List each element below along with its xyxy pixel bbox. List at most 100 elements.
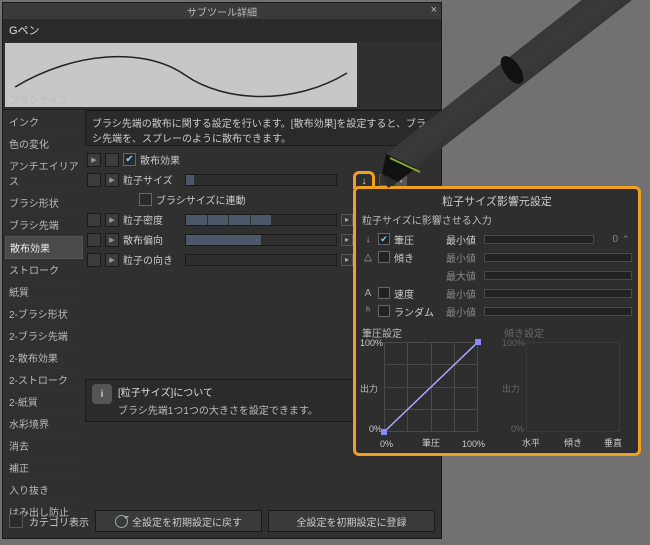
scatter-label: 散布効果 (140, 152, 180, 167)
density-stepper[interactable]: ▸ (341, 214, 353, 226)
influence-row: A 速度最小値 (362, 285, 632, 301)
eye-toggle[interactable] (105, 153, 119, 167)
category-view-label: カテゴリ表示 (29, 514, 89, 529)
sidebar-item[interactable]: 紙質 (5, 281, 83, 303)
sidebar-item[interactable]: 消去 (5, 435, 83, 457)
sidebar-item[interactable]: ブラシ形状 (5, 192, 83, 214)
sidebar-item[interactable]: 補正 (5, 457, 83, 479)
xtick: 垂直 (604, 436, 622, 449)
xtick: 筆圧 (422, 436, 440, 449)
xtick: 水平 (522, 436, 540, 449)
reset-defaults-button[interactable]: 全設定を初期設定に戻す (95, 510, 262, 532)
graph-ylabel: 出力 (502, 382, 520, 395)
sidebar-item[interactable]: 色の変化 (5, 133, 83, 155)
window-title: サブツール詳細 (3, 4, 441, 19)
eye-toggle[interactable] (105, 213, 119, 227)
category-description: ブラシ先端の散布に関する設定を行います。[散布効果]を設定すると、ブラシ先端を、… (85, 110, 441, 146)
tilt-graph: 傾き設定 100% 0% 出力 水平 傾き 垂直 (504, 325, 638, 437)
graph-grid (526, 342, 620, 432)
sidebar-item[interactable]: 2-ストローク (5, 369, 83, 391)
titlebar[interactable]: サブツール詳細 × (3, 3, 441, 19)
influence-checkbox[interactable] (378, 251, 390, 263)
curve-point[interactable] (381, 429, 387, 435)
info-icon: i (92, 384, 112, 404)
link-brush-label: ブラシサイズに連動 (156, 192, 246, 207)
influence-label: 速度 (394, 286, 442, 301)
influence-icon: ↓ (362, 234, 374, 245)
eye-toggle[interactable] (105, 253, 119, 267)
sidebar-item[interactable]: ブラシ先端 (5, 214, 83, 236)
close-icon[interactable]: × (431, 4, 437, 16)
density-label: 粒子密度 (123, 212, 181, 227)
influence-row: 最大値 (362, 267, 632, 283)
tool-name: Gペン (3, 19, 441, 41)
sidebar-item[interactable]: 2-散布効果 (5, 347, 83, 369)
influence-callout: 粒子サイズ影響元設定 粒子サイズに影響させる入力 ↓筆圧最小値0⌃△傾き最小値最… (353, 186, 641, 456)
save-label: 全設定を初期設定に登録 (297, 514, 407, 529)
influence-icon: ʰ (362, 306, 374, 317)
category-sidebar: ブラシサイズインク色の変化アンチエイリアスブラシ形状ブラシ先端散布効果ストローク… (5, 89, 83, 523)
influence-slider[interactable] (484, 235, 594, 244)
sidebar-item[interactable]: インク (5, 111, 83, 133)
save-defaults-button[interactable]: 全設定を初期設定に登録 (268, 510, 435, 532)
orient-slider[interactable] (185, 254, 337, 266)
xtick: 100% (462, 439, 485, 449)
xtick: 傾き (564, 436, 582, 449)
influence-param: 最小値 (446, 304, 480, 319)
expand-icon[interactable] (87, 173, 101, 187)
influence-param: 最大値 (446, 268, 480, 283)
sidebar-item[interactable]: ブラシサイズ (5, 89, 83, 111)
eye-toggle[interactable] (105, 173, 119, 187)
bias-slider[interactable] (185, 234, 337, 246)
info-title: [粒子サイズ]について (118, 384, 318, 399)
influence-param: 最小値 (446, 250, 480, 265)
sidebar-item[interactable]: アンチエイリアス (5, 155, 83, 192)
sidebar-item[interactable]: 2-紙質 (5, 391, 83, 413)
influence-param: 最小値 (446, 232, 480, 247)
scatter-checkbox[interactable] (123, 153, 136, 166)
graph-ylabel: 出力 (360, 382, 378, 395)
influence-icon: A (362, 288, 374, 299)
influence-label: ランダム (394, 304, 442, 319)
influence-button[interactable]: ↓ (395, 174, 407, 186)
value-stepper[interactable]: ⌃ (379, 174, 391, 186)
category-view-checkbox[interactable] (9, 514, 23, 528)
influence-label: 筆圧 (394, 232, 442, 247)
expand-icon[interactable] (87, 233, 101, 247)
eye-toggle[interactable] (105, 233, 119, 247)
sidebar-item[interactable]: ストローク (5, 259, 83, 281)
influence-checkbox[interactable] (378, 287, 390, 299)
particle-size-slider[interactable] (185, 174, 337, 186)
influence-label: 傾き (394, 250, 442, 265)
ytick: 0% (502, 424, 524, 434)
influence-slider (484, 289, 632, 298)
density-slider[interactable] (185, 214, 337, 226)
ytick: 100% (502, 338, 524, 348)
ytick: 100% (360, 338, 382, 348)
link-brush-checkbox[interactable] (139, 193, 152, 206)
orient-stepper[interactable]: ▸ (341, 254, 353, 266)
bias-stepper[interactable]: ▸ (341, 234, 353, 246)
influence-param: 最小値 (446, 286, 480, 301)
ytick: 0% (360, 424, 382, 434)
expand-icon[interactable] (87, 153, 101, 167)
bottom-bar: カテゴリ表示 全設定を初期設定に戻す 全設定を初期設定に登録 (9, 510, 435, 532)
influence-checkbox[interactable] (378, 233, 390, 245)
curve-point[interactable] (475, 339, 481, 345)
sidebar-item[interactable]: 散布効果 (5, 236, 83, 259)
bias-label: 散布偏向 (123, 232, 181, 247)
xtick: 0% (380, 439, 393, 449)
influence-checkbox[interactable] (378, 305, 390, 317)
expand-icon[interactable] (87, 213, 101, 227)
expand-icon[interactable] (87, 253, 101, 267)
influence-slider (484, 271, 632, 280)
sidebar-item[interactable]: 入り抜き (5, 479, 83, 501)
influence-row: ↓筆圧最小値0⌃ (362, 231, 632, 247)
influence-row: ʰ ランダム最小値 (362, 303, 632, 319)
value-stepper[interactable]: ⌃ (622, 234, 632, 245)
sidebar-item[interactable]: 水彩境界 (5, 413, 83, 435)
influence-row: △ 傾き最小値 (362, 249, 632, 265)
sidebar-item[interactable]: 2-ブラシ形状 (5, 303, 83, 325)
sidebar-item[interactable]: 2-ブラシ先端 (5, 325, 83, 347)
influence-icon: △ (362, 252, 374, 263)
